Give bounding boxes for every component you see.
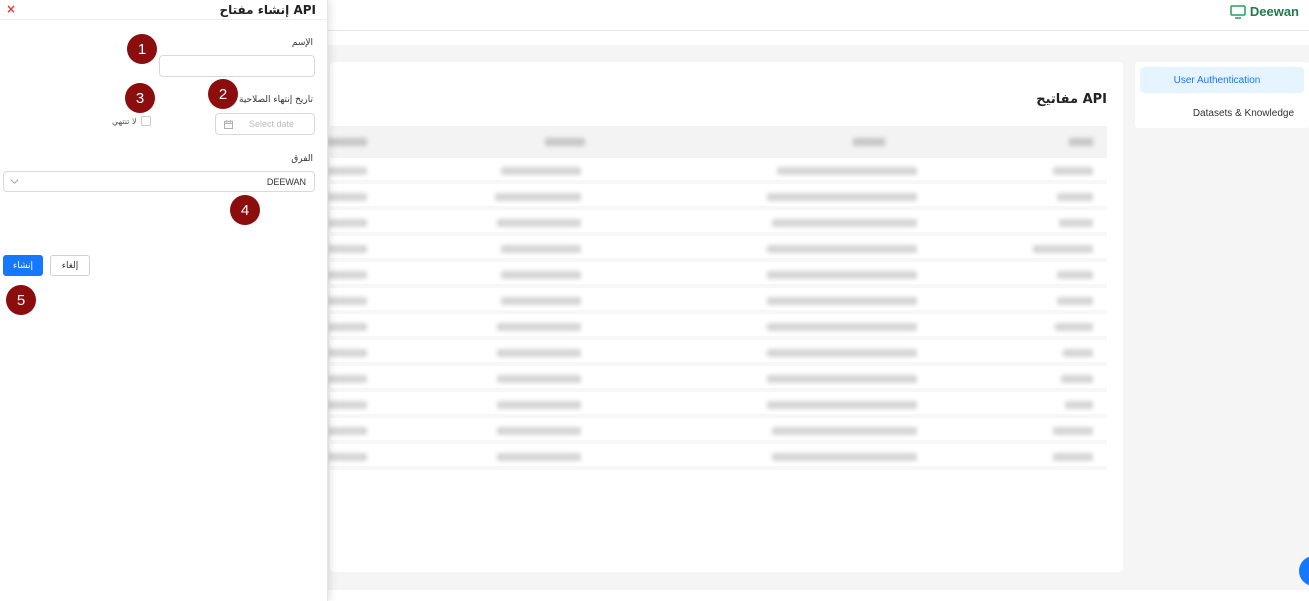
sidebar-item-datasets-knowledge[interactable]: Datasets & Knowledge: [1140, 100, 1304, 126]
marker-5: 5: [6, 285, 36, 315]
calendar-icon: [224, 119, 233, 129]
marker-2: 2: [208, 79, 238, 109]
redacted-cell: [327, 167, 367, 175]
page-title: مفاتيح API: [1036, 92, 1107, 107]
redacted-cell: [501, 297, 581, 305]
redacted-cell: [1061, 375, 1093, 383]
redacted-cell: [1053, 453, 1093, 461]
drawer-header: × إنشاء مفتاح API: [0, 0, 328, 20]
redacted-cell: [1065, 401, 1093, 409]
redacted-cell: [327, 349, 367, 357]
marker-4: 4: [230, 195, 260, 225]
table-header: [327, 126, 1107, 158]
redacted-cell: [767, 375, 917, 383]
table-row: [327, 158, 1107, 184]
table-row: [327, 444, 1107, 470]
settings-sidebar: User Authentication Datasets & Knowledge: [1135, 62, 1309, 128]
sidebar-item-user-authentication[interactable]: User Authentication: [1140, 67, 1304, 93]
table-row: [327, 236, 1107, 262]
redacted-cell: [777, 167, 917, 175]
table-row: [327, 210, 1107, 236]
redacted-cell: [767, 401, 917, 409]
redacted-cell: [1059, 219, 1093, 227]
expiry-date-picker[interactable]: Select date: [215, 113, 315, 135]
table-row: [327, 314, 1107, 340]
redacted-cell: [497, 401, 581, 409]
marker-1: 1: [127, 34, 157, 64]
redacted-cell: [1033, 245, 1093, 253]
teams-select[interactable]: DEEWAN: [3, 171, 315, 192]
never-expire-option[interactable]: لا تنتهي: [112, 116, 151, 126]
chevron-down-icon: [10, 179, 19, 184]
redacted-cell: [497, 427, 581, 435]
redacted-cell: [1053, 427, 1093, 435]
redacted-cell: [327, 323, 367, 331]
redacted-cell: [1055, 323, 1093, 331]
cancel-button[interactable]: إلغاء: [50, 255, 90, 276]
table-row: [327, 366, 1107, 392]
expiry-date-placeholder: Select date: [249, 119, 295, 129]
redacted-cell: [327, 193, 367, 201]
brand-name: Deewan: [1249, 4, 1299, 19]
redacted-cell: [327, 297, 367, 305]
expiry-date-label: تاريخ إنتهاء الصلاحية: [239, 95, 313, 105]
sidebar-item-label: Datasets & Knowledge: [1192, 107, 1294, 119]
redacted-cell: [327, 219, 367, 227]
redacted-cell: [767, 349, 917, 357]
redacted-cell: [327, 375, 367, 383]
redacted-cell: [767, 271, 917, 279]
redacted-cell: [767, 193, 917, 201]
teams-selected-value: DEEWAN: [266, 176, 306, 187]
never-expire-label: لا تنتهي: [112, 116, 137, 126]
name-input[interactable]: [159, 55, 315, 77]
redacted-cell: [767, 297, 917, 305]
redacted-cell: [327, 453, 367, 461]
create-button[interactable]: إنشاء: [3, 255, 43, 276]
redacted-cell: [501, 271, 581, 279]
redacted-cell: [1057, 297, 1093, 305]
teams-label: الفرق: [291, 154, 313, 164]
redacted-cell: [772, 427, 917, 435]
name-label: الإسم: [291, 38, 313, 48]
drawer-title: إنشاء مفتاح API: [219, 3, 316, 17]
table-row: [327, 418, 1107, 444]
api-keys-table: [327, 126, 1107, 470]
redacted-cell: [1063, 349, 1093, 357]
table-row: [327, 392, 1107, 418]
redacted-cell: [501, 245, 581, 253]
redacted-cell: [327, 427, 367, 435]
redacted-cell: [497, 375, 581, 383]
redacted-cell: [767, 245, 917, 253]
api-keys-card: مفاتيح API: [327, 62, 1123, 572]
marker-3: 3: [125, 83, 155, 113]
sidebar-item-label: User Authentication: [1173, 74, 1261, 86]
redacted-cell: [327, 271, 367, 279]
redacted-cell: [497, 323, 581, 331]
redacted-cell: [495, 193, 581, 201]
brand-logo[interactable]: Deewan: [1230, 4, 1299, 19]
monitor-icon: [1230, 4, 1246, 19]
table-row: [327, 184, 1107, 210]
redacted-cell: [1053, 167, 1093, 175]
redacted-cell: [327, 401, 367, 409]
redacted-cell: [497, 453, 581, 461]
close-icon[interactable]: ×: [6, 2, 16, 16]
redacted-cell: [767, 323, 917, 331]
redacted-cell: [1057, 271, 1093, 279]
redacted-cell: [501, 167, 581, 175]
redacted-cell: [772, 453, 917, 461]
create-api-key-drawer: × إنشاء مفتاح API الإسم تاريخ إنتهاء الص…: [0, 0, 328, 601]
redacted-cell: [497, 349, 581, 357]
never-expire-checkbox[interactable]: [140, 116, 151, 126]
redacted-cell: [1057, 193, 1093, 201]
table-row: [327, 262, 1107, 288]
redacted-cell: [327, 245, 367, 253]
redacted-cell: [772, 219, 917, 227]
table-row: [327, 340, 1107, 366]
redacted-cell: [497, 219, 581, 227]
table-row: [327, 288, 1107, 314]
